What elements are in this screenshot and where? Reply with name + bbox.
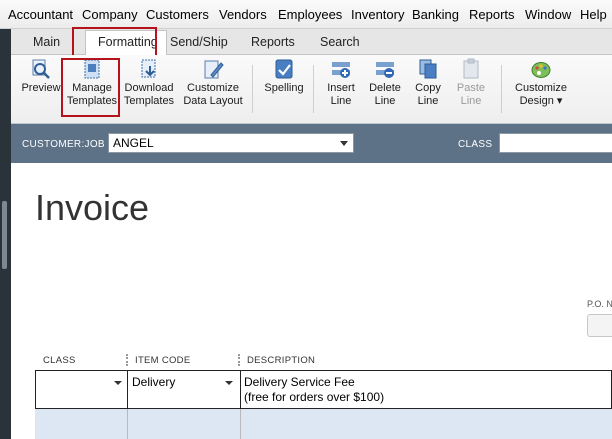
insert-line-button[interactable]: Insert Line	[320, 55, 362, 108]
copy-line-label-1: Copy	[415, 82, 441, 94]
customize-design-button[interactable]: Customize Design ▾	[509, 55, 573, 108]
menu-accountant[interactable]: Accountant	[8, 7, 73, 22]
download-templates-button[interactable]: Download Templates	[121, 55, 177, 108]
table-row[interactable]: Delivery Delivery Service Fee (free for …	[35, 370, 612, 409]
description-line-2: (free for orders over $100)	[244, 390, 385, 404]
preview-label: Preview	[21, 82, 61, 94]
item-code-value: Delivery	[132, 375, 176, 389]
delete-line-label-1: Delete	[369, 82, 401, 94]
copy-line-button[interactable]: Copy Line	[409, 55, 447, 108]
class-cell[interactable]	[36, 371, 128, 408]
customize-design-label-1: Customize	[515, 82, 567, 94]
customize-data-layout-button[interactable]: Customize Data Layout	[178, 55, 248, 108]
menu-reports[interactable]: Reports	[469, 7, 515, 22]
manage-templates-button[interactable]: Manage Templates	[64, 55, 120, 108]
template-icon	[84, 59, 100, 79]
chevron-down-icon	[225, 381, 233, 385]
customize-data-layout-label-2: Data Layout	[183, 95, 243, 107]
ribbon-separator	[313, 65, 314, 113]
po-number-label: P.O. N	[587, 299, 612, 309]
menu-help[interactable]: Help	[580, 7, 607, 22]
spellcheck-icon	[275, 59, 293, 79]
menu-customers[interactable]: Customers	[146, 7, 209, 22]
chevron-down-icon	[340, 141, 348, 146]
download-templates-label-1: Download	[124, 82, 174, 94]
customer-job-label: CUSTOMER:JOB	[22, 139, 105, 150]
description-line-1: Delivery Service Fee	[244, 375, 355, 389]
customize-design-label-2: Design ▾	[519, 95, 563, 107]
class-label: CLASS	[458, 139, 493, 150]
spelling-button[interactable]: Spelling	[260, 55, 308, 95]
insert-line-label-2: Line	[330, 95, 352, 107]
manage-templates-label-1: Manage	[72, 82, 112, 94]
po-number-field[interactable]	[587, 314, 612, 337]
column-header-class: CLASS	[43, 355, 76, 366]
tab-formatting[interactable]: Formatting	[98, 35, 158, 49]
tab-reports[interactable]: Reports	[251, 35, 295, 49]
chevron-down-icon	[114, 381, 122, 385]
line-items-table: Delivery Delivery Service Fee (free for …	[35, 370, 612, 439]
preview-button[interactable]: Preview	[15, 55, 67, 95]
class-dropdown[interactable]	[499, 133, 612, 153]
menu-banking[interactable]: Banking	[412, 7, 459, 22]
paste-line-button[interactable]: Paste Line	[452, 55, 490, 108]
tab-send-ship[interactable]: Send/Ship	[170, 35, 228, 49]
formatting-ribbon: Preview Manage Templates Download Templa…	[11, 55, 612, 124]
insert-line-icon	[332, 62, 350, 78]
menu-bar: Accountant Company Customers Vendors Emp…	[0, 0, 612, 29]
table-row-empty[interactable]	[35, 409, 612, 439]
item-code-cell[interactable]: Delivery	[128, 371, 241, 408]
delete-line-label-2: Line	[374, 95, 396, 107]
menu-window[interactable]: Window	[525, 7, 571, 22]
paste-line-label-2: Line	[460, 95, 482, 107]
description-cell[interactable]: Delivery Service Fee (free for orders ov…	[241, 371, 611, 408]
download-template-icon	[141, 59, 156, 78]
menu-inventory[interactable]: Inventory	[351, 7, 404, 22]
ribbon-separator	[501, 65, 502, 113]
menu-employees[interactable]: Employees	[278, 7, 342, 22]
left-panel-strip	[0, 29, 11, 439]
magnifier-icon	[32, 59, 50, 79]
manage-templates-label-2: Templates	[66, 95, 118, 107]
copy-line-label-2: Line	[417, 95, 439, 107]
insert-line-label-1: Insert	[327, 82, 355, 94]
ribbon-separator	[252, 65, 253, 113]
palette-icon	[531, 62, 551, 78]
delete-line-icon	[376, 62, 394, 78]
menu-vendors[interactable]: Vendors	[219, 7, 267, 22]
paste-line-label-1: Paste	[456, 82, 486, 94]
pencil-layout-icon	[204, 60, 224, 79]
form-tab-bar: Main Formatting Send/Ship Reports Search	[11, 29, 612, 56]
paste-icon	[463, 58, 479, 79]
column-divider[interactable]	[238, 354, 242, 366]
column-divider[interactable]	[126, 354, 130, 366]
download-templates-label-2: Templates	[123, 95, 175, 107]
menu-company[interactable]: Company	[82, 7, 138, 22]
customer-bar: CUSTOMER:JOB ANGEL CLASS	[11, 124, 612, 163]
customer-job-dropdown[interactable]: ANGEL	[108, 133, 354, 153]
customize-data-layout-label-1: Customize	[187, 82, 239, 94]
copy-icon	[419, 59, 437, 79]
delete-line-button[interactable]: Delete Line	[364, 55, 406, 108]
splitter-handle[interactable]	[2, 201, 7, 269]
tab-search[interactable]: Search	[320, 35, 360, 49]
spelling-label: Spelling	[264, 82, 304, 94]
tab-main[interactable]: Main	[33, 35, 60, 49]
customer-job-value: ANGEL	[113, 136, 154, 150]
column-header-description: DESCRIPTION	[247, 355, 316, 366]
invoice-title: Invoice	[35, 187, 150, 228]
column-header-item-code: ITEM CODE	[135, 355, 191, 366]
